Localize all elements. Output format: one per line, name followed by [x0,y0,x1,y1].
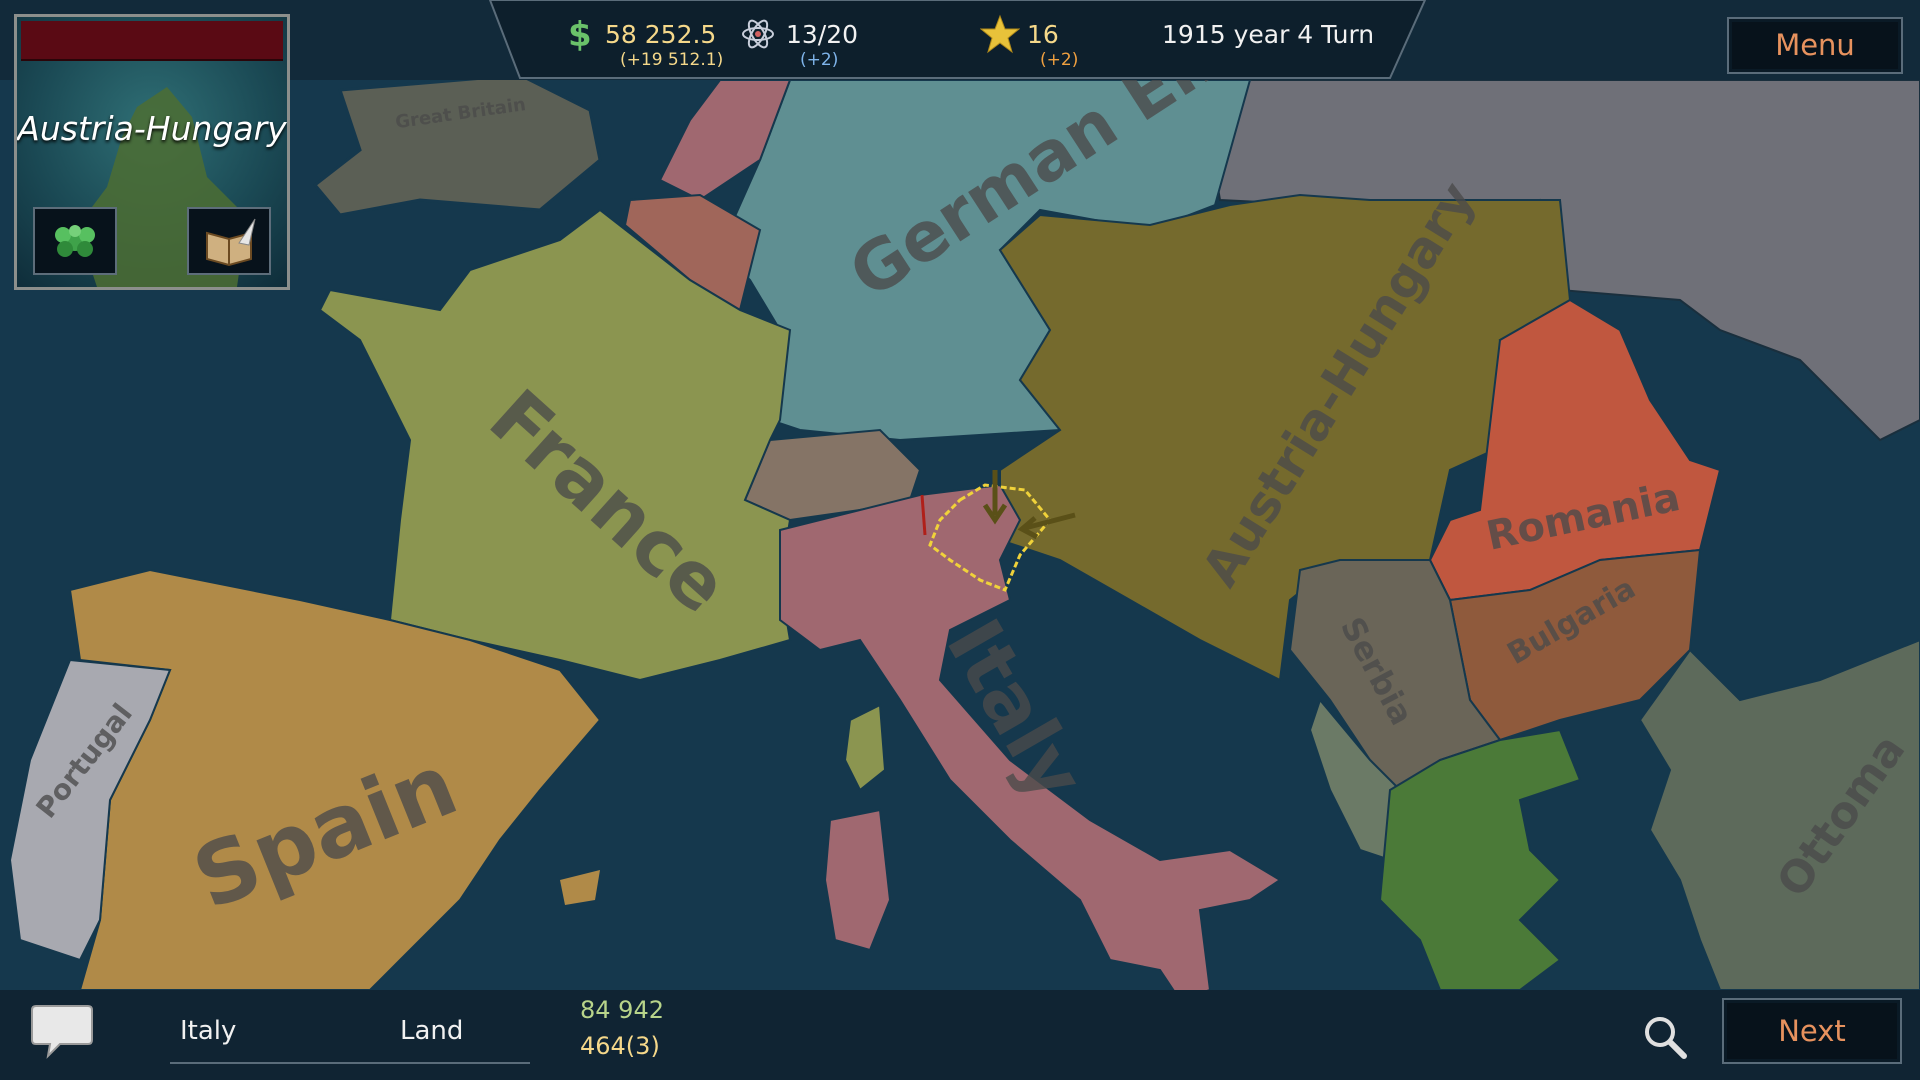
bottom-bar [0,990,1920,1080]
selected-country-name: Italy [180,1016,237,1046]
stars-delta: (+2) [1040,50,1079,70]
atom-icon [742,19,774,49]
next-button[interactable]: Next [1722,998,1902,1064]
bottom-underline [170,1062,530,1064]
history-button[interactable] [187,207,271,275]
svg-text:$: $ [568,16,591,52]
leaves-icon [55,225,95,257]
science-delta: (+2) [800,50,839,70]
date-turn: 1915 year 4 Turn [1162,20,1375,49]
star-icon [980,14,1020,54]
country-great-britain[interactable] [312,73,602,217]
diplomacy-button[interactable] [33,207,117,275]
population-value: 84 942 [580,996,664,1024]
chat-icon[interactable] [30,1002,94,1060]
flag-strip [21,21,283,61]
stars-value: 16 [1027,20,1059,49]
province-type: Land [400,1016,464,1046]
magnifier-icon[interactable] [1640,1012,1690,1062]
book-quill-icon [206,218,256,267]
army-value: 464(3) [580,1032,660,1060]
country-flag-panel[interactable]: Austria-Hungary [14,14,290,290]
money-value: 58 252.5 [605,20,717,49]
flag-country-name: Austria-Hungary [17,109,287,148]
science-value: 13/20 [786,20,859,49]
dollar-icon: $ [568,16,591,52]
menu-button[interactable]: Menu [1727,17,1903,74]
money-income: (+19 512.1) [620,50,724,70]
